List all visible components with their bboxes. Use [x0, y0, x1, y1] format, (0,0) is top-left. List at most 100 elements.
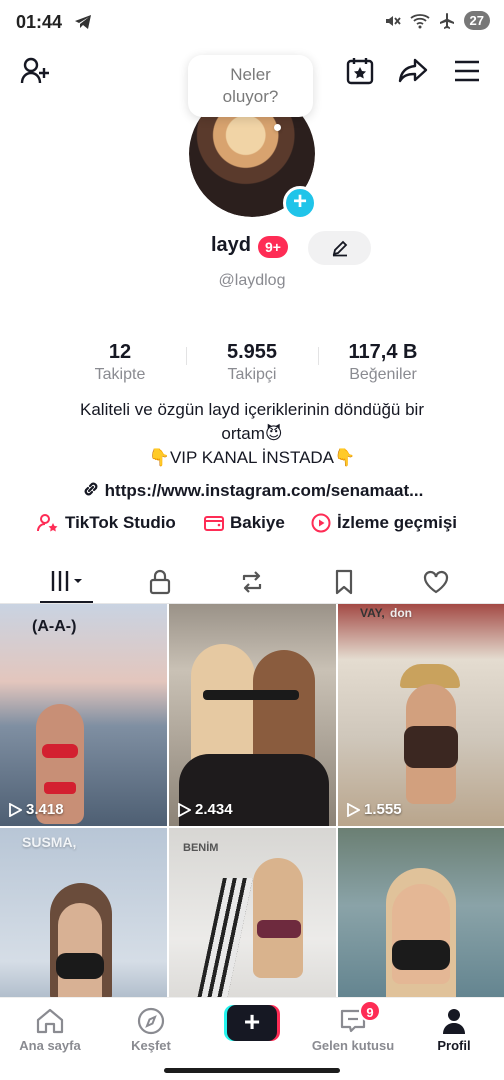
stat-likes[interactable]: 117,4 B Beğeniler — [323, 341, 443, 384]
repost-icon — [242, 571, 262, 593]
video-thumbnail[interactable]: SUSMA, — [0, 828, 167, 997]
tab-videos[interactable] — [17, 560, 117, 604]
video-thumbnail[interactable] — [338, 828, 504, 997]
play-circle-icon — [311, 513, 331, 533]
compass-icon — [137, 1007, 165, 1035]
nav-home[interactable]: Ana sayfa — [0, 1004, 100, 1053]
link-icon — [81, 479, 101, 504]
divider — [318, 347, 319, 365]
bookmark-icon — [335, 569, 353, 595]
home-icon — [36, 1008, 64, 1034]
video-thumbnail[interactable]: VAY, don 1.555 — [338, 604, 504, 826]
status-icons: 27 — [384, 11, 490, 30]
video-caption: BENİM — [183, 842, 219, 854]
add-friend-button[interactable] — [18, 54, 52, 88]
play-icon — [178, 802, 191, 817]
profile-tabs — [0, 560, 504, 604]
video-thumbnail[interactable]: 2.434 — [169, 604, 336, 826]
bubble-line-1: Neler — [230, 65, 271, 84]
create-button[interactable]: + — [224, 1005, 280, 1041]
video-thumbnail[interactable]: BENİM — [169, 828, 336, 997]
nav-discover[interactable]: Keşfet — [101, 1004, 201, 1053]
studio-icon — [37, 514, 58, 532]
add-user-icon — [20, 57, 49, 84]
video-views: 2.434 — [177, 801, 233, 818]
video-caption: VAY, — [360, 606, 385, 620]
status-time: 01:44 — [16, 12, 63, 32]
video-caption: SUSMA, — [22, 834, 77, 850]
username: layd — [211, 234, 252, 256]
edit-profile-button[interactable] — [308, 231, 371, 265]
nav-profile[interactable]: Profil — [404, 1004, 504, 1053]
stat-label: Takipçi — [227, 366, 277, 383]
nav-label: Ana sayfa — [19, 1038, 81, 1053]
stat-following[interactable]: 12 Takipte — [60, 341, 180, 384]
bubble-tail — [274, 124, 281, 131]
quick-link-label: TikTok Studio — [65, 513, 176, 532]
tab-liked[interactable] — [386, 560, 486, 604]
tab-private[interactable] — [110, 560, 210, 604]
share-icon — [398, 58, 428, 83]
active-tab-indicator — [40, 601, 93, 603]
user-handle: @laydlog — [218, 272, 286, 289]
balance-button[interactable]: Bakiye — [204, 513, 285, 533]
wallet-icon — [204, 516, 224, 531]
play-icon — [347, 802, 360, 817]
home-indicator[interactable] — [164, 1068, 340, 1073]
view-count: 2.434 — [195, 801, 233, 818]
pencil-icon — [332, 240, 347, 257]
menu-button[interactable] — [450, 54, 484, 88]
stat-value: 12 — [108, 341, 132, 363]
stat-label: Takipte — [94, 366, 146, 383]
profile-link[interactable]: https://www.instagram.com/senamaat... — [0, 479, 504, 504]
stat-label: Beğeniler — [349, 366, 417, 383]
username-badge[interactable]: 9+ — [258, 236, 288, 258]
nav-label: Gelen kutusu — [311, 1038, 395, 1053]
quick-link-label: Bakiye — [230, 513, 285, 532]
stat-value: 117,4 B — [348, 341, 418, 363]
profile-bio: Kaliteli ve özgün layd içeriklerinin dön… — [30, 398, 474, 470]
divider — [186, 347, 187, 365]
tiktok-studio-button[interactable]: TikTok Studio — [37, 513, 176, 533]
bio-line: ortam😈 — [221, 424, 283, 443]
tab-favorites[interactable] — [294, 560, 394, 604]
video-views: 1.555 — [346, 801, 402, 818]
lock-icon — [149, 569, 171, 595]
bio-line: Kaliteli ve özgün layd içeriklerinin dön… — [80, 400, 424, 419]
profile-stats: 12 Takipte 5.955 Takipçi 117,4 B Beğenil… — [0, 341, 504, 389]
tab-reposts[interactable] — [202, 560, 302, 604]
mute-icon — [385, 15, 401, 26]
add-avatar-button[interactable]: + — [283, 186, 317, 220]
nav-label: Profil — [437, 1038, 471, 1053]
stat-followers[interactable]: 5.955 Takipçi — [192, 341, 312, 384]
profile-icon — [443, 1009, 465, 1034]
share-profile-button[interactable] — [396, 54, 430, 88]
status-bubble[interactable]: Neler oluyor? — [188, 55, 313, 117]
airplane-icon — [439, 12, 454, 29]
watch-history-button[interactable]: İzleme geçmişi — [311, 513, 457, 533]
video-grid: (A-A-) 3.418 2.434 VAY, don 1.555 SUSMA,… — [0, 604, 504, 997]
video-caption-2: don — [390, 606, 412, 620]
status-bar: 01:44 27 — [0, 0, 504, 44]
wifi-icon — [409, 13, 430, 28]
battery-indicator: 27 — [463, 11, 490, 30]
quick-link-label: İzleme geçmişi — [337, 513, 458, 532]
bubble-line-2: oluyor? — [222, 87, 279, 106]
inbox-badge: 9 — [359, 1000, 381, 1022]
telegram-icon — [75, 15, 91, 29]
view-count: 3.418 — [26, 801, 64, 818]
calendar-star-icon — [346, 58, 374, 85]
bio-line: 👇VIP KANAL İNSTADA👇 — [148, 448, 356, 467]
nav-inbox[interactable]: Gelen kutusu — [303, 1004, 403, 1053]
plus-icon: + — [227, 1005, 277, 1041]
video-caption: (A-A-) — [32, 618, 77, 635]
play-icon — [9, 802, 22, 817]
view-count: 1.555 — [364, 801, 402, 818]
quick-links: TikTok Studio Bakiye İzleme geçmişi — [0, 513, 504, 539]
calendar-button[interactable] — [343, 54, 377, 88]
heart-icon — [423, 570, 449, 594]
video-views: 3.418 — [8, 801, 64, 818]
nav-label: Keşfet — [131, 1038, 171, 1053]
stat-value: 5.955 — [226, 341, 278, 363]
video-thumbnail[interactable]: (A-A-) 3.418 — [0, 604, 167, 826]
